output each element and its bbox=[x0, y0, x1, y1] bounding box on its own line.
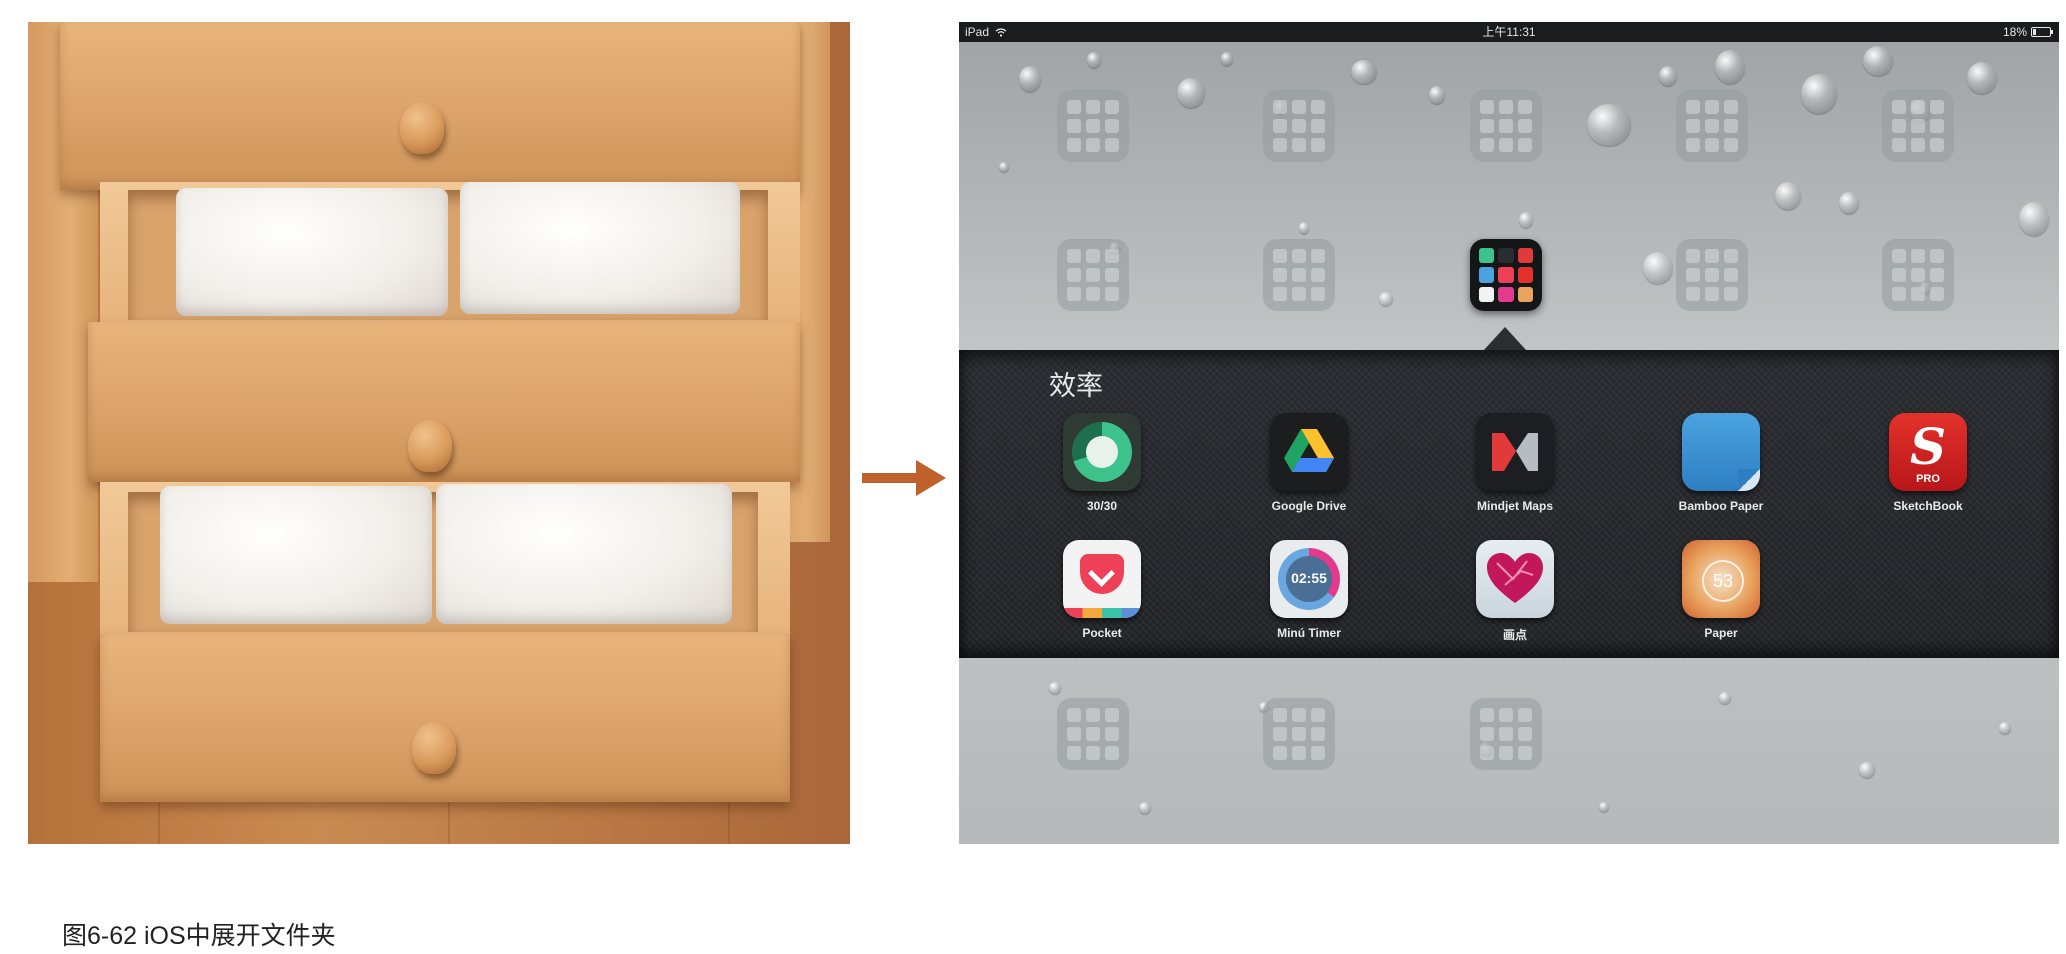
raindrop bbox=[1775, 182, 1801, 210]
raindrop bbox=[1719, 692, 1731, 704]
raindrop bbox=[1715, 50, 1745, 84]
raindrop bbox=[1299, 222, 1309, 234]
figure-caption: 图6-62 iOS中展开文件夹 bbox=[62, 922, 336, 950]
raindrop bbox=[1863, 46, 1893, 76]
raindrop bbox=[1019, 66, 1041, 92]
faded-folder-icon bbox=[1263, 90, 1335, 162]
mindjet-icon bbox=[1476, 413, 1554, 491]
paper-icon: 53 bbox=[1682, 540, 1760, 618]
raindrop bbox=[1139, 802, 1151, 814]
raindrop bbox=[1087, 52, 1101, 68]
minu-timer-icon: 02:55 bbox=[1270, 540, 1348, 618]
app-label: SketchBook bbox=[1893, 499, 1963, 513]
app-label: 画点 bbox=[1502, 628, 1527, 642]
faded-folder-icon bbox=[1470, 698, 1542, 770]
raindrop bbox=[1643, 252, 1673, 284]
ipad-screen: iPad 上午11:31 18% 效率 30/30 Google Drive M… bbox=[959, 22, 2059, 844]
top-drawer-knob bbox=[400, 102, 444, 154]
raindrop bbox=[999, 162, 1009, 172]
faded-folder-icon bbox=[1057, 239, 1129, 311]
bottom-drawer-knob bbox=[412, 722, 456, 774]
timer-ring-icon bbox=[1063, 413, 1141, 491]
folder-pointer bbox=[1483, 327, 1527, 351]
raindrop bbox=[1659, 66, 1677, 86]
raindrop bbox=[1587, 104, 1631, 146]
app-paper[interactable]: 53 Paper bbox=[1651, 540, 1791, 640]
faded-folder-icon bbox=[1676, 90, 1748, 162]
faded-folder-icon bbox=[1676, 239, 1748, 311]
app-sketchbook[interactable]: S PRO SketchBook bbox=[1858, 413, 1998, 513]
raindrop bbox=[1049, 682, 1061, 694]
faded-folder-icon bbox=[1263, 698, 1335, 770]
raindrop bbox=[1177, 78, 1205, 108]
raindrop bbox=[1379, 292, 1393, 306]
app-label: 30/30 bbox=[1086, 499, 1118, 513]
right-arrow-icon bbox=[862, 460, 946, 496]
faded-folder-icon bbox=[1470, 90, 1542, 162]
google-drive-icon bbox=[1270, 413, 1348, 491]
raindrop bbox=[1599, 802, 1609, 812]
faded-folder-icon bbox=[1882, 90, 1954, 162]
bamboo-paper-icon bbox=[1682, 413, 1760, 491]
raindrop bbox=[1801, 74, 1837, 114]
app-minu-timer[interactable]: 02:55 Minú Timer bbox=[1239, 540, 1379, 640]
faded-folder-icon bbox=[1057, 698, 1129, 770]
app-label: Pocket bbox=[1082, 626, 1122, 640]
app-huadian[interactable]: 画点 bbox=[1445, 540, 1585, 643]
towel bbox=[436, 484, 732, 624]
paper-number: 53 bbox=[1702, 560, 1744, 602]
bottom-drawer-front bbox=[100, 634, 790, 802]
sketchbook-icon: S PRO bbox=[1889, 413, 1967, 491]
raindrop bbox=[1999, 722, 2011, 734]
status-time: 上午11:31 bbox=[1482, 25, 1536, 39]
app-label: Paper bbox=[1704, 626, 1738, 640]
battery-percent: 18% bbox=[2002, 25, 2027, 39]
app-3030[interactable]: 30/30 bbox=[1032, 413, 1172, 513]
faded-folder-icon bbox=[1057, 90, 1129, 162]
status-bar: iPad 上午11:31 18% bbox=[959, 22, 2059, 42]
app-label: Minú Timer bbox=[1277, 626, 1341, 640]
app-label: Google Drive bbox=[1271, 499, 1347, 513]
raindrop bbox=[1859, 762, 1875, 778]
open-folder-icon[interactable] bbox=[1470, 239, 1542, 311]
towel bbox=[160, 486, 432, 624]
timer-readout: 02:55 bbox=[1291, 570, 1327, 586]
raindrop bbox=[2019, 202, 2049, 236]
app-mindjet-maps[interactable]: Mindjet Maps bbox=[1445, 413, 1585, 513]
raindrop bbox=[1967, 62, 1997, 94]
raindrop bbox=[1839, 192, 1859, 214]
app-label: Bamboo Paper bbox=[1678, 499, 1764, 513]
heart-icon bbox=[1476, 540, 1554, 618]
raindrop bbox=[1429, 86, 1445, 104]
pro-badge: PRO bbox=[1916, 473, 1940, 485]
middle-drawer-knob bbox=[408, 420, 452, 472]
raindrop bbox=[1351, 60, 1377, 84]
battery-icon bbox=[2031, 27, 2053, 37]
app-label: Mindjet Maps bbox=[1476, 499, 1553, 513]
app-google-drive[interactable]: Google Drive bbox=[1239, 413, 1379, 513]
faded-folder-icon bbox=[1263, 239, 1335, 311]
towel bbox=[460, 182, 740, 314]
towel bbox=[176, 188, 448, 316]
drawer-photo bbox=[28, 22, 850, 844]
faded-folder-icon bbox=[1882, 239, 1954, 311]
app-pocket[interactable]: Pocket bbox=[1032, 540, 1172, 640]
raindrop bbox=[1221, 52, 1233, 66]
app-bamboo-paper[interactable]: Bamboo Paper bbox=[1651, 413, 1791, 513]
pocket-icon bbox=[1063, 540, 1141, 618]
folder-panel: 效率 30/30 Google Drive Mindjet Maps Bambo… bbox=[959, 350, 2059, 658]
folder-title[interactable]: 效率 bbox=[1049, 364, 1103, 403]
raindrop bbox=[1519, 212, 1533, 228]
